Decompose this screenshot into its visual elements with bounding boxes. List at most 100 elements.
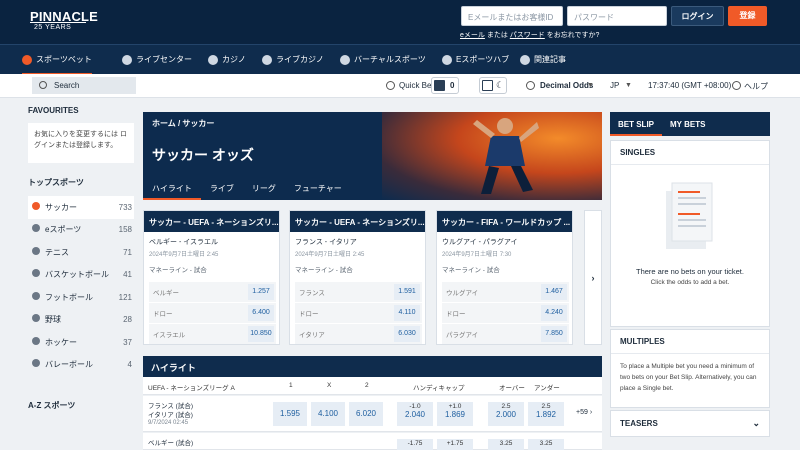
odds-button[interactable]: 1.595 <box>273 402 307 426</box>
under-button[interactable]: 2.5 1.892 <box>528 402 564 426</box>
forgot-email-link[interactable]: eメール <box>460 32 485 39</box>
card-market: マネーライン - 試合 <box>295 267 353 274</box>
roulette-icon <box>262 55 272 65</box>
handicap-away-button[interactable]: +1.75 <box>437 439 473 450</box>
sidebar-item-tennis[interactable]: テニス 71 <box>28 241 134 264</box>
highlights-title: ハイライト <box>143 356 602 377</box>
odds-row[interactable]: ドロー 4.110 <box>295 303 422 323</box>
password-field[interactable]: パスワード <box>567 6 667 26</box>
odds-button[interactable]: 6.030 <box>394 326 420 342</box>
forgot-password-link[interactable]: パスワード <box>510 32 545 39</box>
top-sports-title: トップスポーツ <box>28 178 84 187</box>
odds-button[interactable]: 6.400 <box>248 305 274 321</box>
sidebar-item-esports[interactable]: eスポーツ 158 <box>28 219 134 242</box>
league-name[interactable]: UEFA - ネーションズリーグ A <box>148 382 235 392</box>
forgot-mid: または <box>484 32 510 39</box>
odds-button[interactable]: 4.240 <box>541 305 567 321</box>
odds-button[interactable]: 7.850 <box>541 326 567 342</box>
odds-button[interactable]: 4.110 <box>394 305 420 321</box>
sidebar-item-hockey[interactable]: ホッケー 37 <box>28 331 134 354</box>
odds-button[interactable]: 4.100 <box>311 402 345 426</box>
match-card[interactable]: サッカー - FIFA - ワールドカップ ... ウルグアイ - パラグアイ … <box>436 210 573 345</box>
odds-button[interactable]: 1.257 <box>248 284 274 300</box>
match-card[interactable]: サッカー - UEFA - ネーションズリ... ベルギー - イスラエル 20… <box>143 210 280 345</box>
sidebar-item-volleyball[interactable]: バレーボール 4 <box>28 354 134 377</box>
breadcrumb[interactable]: ホーム / サッカー <box>152 118 214 129</box>
nav-label: 関連記事 <box>534 55 566 64</box>
quickbet-value: 0 <box>450 81 455 90</box>
empty-title: There are no bets on your ticket. <box>636 267 744 276</box>
nav-live-centre[interactable]: ライブセンター <box>122 45 192 75</box>
under-button[interactable]: 3.25 <box>528 439 564 450</box>
register-button[interactable]: 登録 <box>728 6 767 26</box>
odds-row[interactable]: パラグアイ 7.850 <box>442 324 569 344</box>
sport-count: 4 <box>127 360 132 370</box>
card-league: サッカー - UEFA - ネーションズリ... <box>290 211 425 232</box>
odds-row[interactable]: フランス 1.591 <box>295 282 422 302</box>
sport-label: サッカー <box>45 202 77 212</box>
odds-label: イスラエル <box>153 332 186 339</box>
soccer-ball-icon <box>22 55 32 65</box>
odds-button[interactable]: 1.591 <box>394 284 420 300</box>
over-button[interactable]: 3.25 <box>488 439 524 450</box>
sport-label: フットボール <box>45 292 93 302</box>
odds-button[interactable]: 10.850 <box>248 326 274 342</box>
sport-count: 41 <box>123 270 132 280</box>
email-field[interactable]: Eメールまたはお客様ID <box>461 6 563 26</box>
theme-toggle[interactable]: ☾ <box>479 77 507 94</box>
sidebar-item-football[interactable]: フットボール 121 <box>28 286 134 309</box>
sidebar-item-soccer[interactable]: サッカー 733 <box>28 196 134 219</box>
nav-label: カジノ <box>222 55 246 64</box>
teasers-panel[interactable]: TEASERS ⌄ <box>610 410 770 437</box>
tab-highlights[interactable]: ハイライト <box>143 178 201 200</box>
quickbet-toggle[interactable]: 0 <box>431 77 459 94</box>
nav-live-casino[interactable]: ライブカジノ <box>262 45 324 75</box>
sidebar-item-baseball[interactable]: 野球 28 <box>28 309 134 332</box>
odds-row[interactable]: イスラエル 10.850 <box>149 324 276 344</box>
az-sports-title[interactable]: A-Z スポーツ <box>28 400 134 411</box>
over-button[interactable]: 2.5 2.000 <box>488 402 524 426</box>
chevron-down-icon[interactable]: ⌄ <box>752 418 760 429</box>
odds-button[interactable]: 1.467 <box>541 284 567 300</box>
more-markets-link[interactable]: +59 › <box>576 409 592 416</box>
login-button[interactable]: ログイン <box>671 6 724 26</box>
tab-live[interactable]: ライブ <box>201 178 243 200</box>
odds-format-select[interactable]: Decimal Odds <box>540 81 593 90</box>
odds-row[interactable]: ベルギー 1.257 <box>149 282 276 302</box>
card-market: マネーライン - 試合 <box>442 267 500 274</box>
search-icon <box>39 81 47 89</box>
nav-articles[interactable]: 関連記事 <box>520 45 566 75</box>
card-teams: ベルギー - イスラエル <box>149 239 219 246</box>
tab-bet-slip[interactable]: BET SLIP <box>610 112 663 136</box>
handicap-home-button[interactable]: -1.0 2.040 <box>397 402 433 426</box>
chevron-right-icon[interactable]: › <box>584 210 602 345</box>
odds-button[interactable]: 6.020 <box>349 402 383 426</box>
language-select[interactable]: JP <box>610 81 619 90</box>
card-teams: フランス - イタリア <box>295 239 357 246</box>
odds-row[interactable]: ドロー 4.240 <box>442 303 569 323</box>
tab-leagues[interactable]: リーグ <box>243 178 285 200</box>
odds-row[interactable]: ドロー 6.400 <box>149 303 276 323</box>
table-row[interactable]: フランス (試合) イタリア (試合) 9/7/2024 02:45 1.595… <box>143 396 602 432</box>
hero-tabs: ハイライト ライブ リーグ フューチャー <box>143 178 351 200</box>
table-row[interactable]: ベルギー (試合) -1.75 +1.75 3.25 3.25 <box>143 433 602 450</box>
nav-virtual-sports[interactable]: バーチャルスポーツ <box>340 45 426 75</box>
nav-casino[interactable]: カジノ <box>208 45 246 75</box>
toggle-knob <box>434 80 445 91</box>
match-card[interactable]: サッカー - UEFA - ネーションズリ... フランス - イタリア 202… <box>289 210 426 345</box>
nav-sportsbook[interactable]: スポーツベット <box>22 45 92 75</box>
article-icon <box>520 55 530 65</box>
handicap-away-button[interactable]: +1.0 1.869 <box>437 402 473 426</box>
card-date: 2024年9月7日土曜日 2:45 <box>295 252 365 258</box>
col-under: アンダー <box>534 385 560 392</box>
odds-row[interactable]: イタリア 6.030 <box>295 324 422 344</box>
odds-row[interactable]: ウルグアイ 1.467 <box>442 282 569 302</box>
col-over: オーバー <box>499 385 525 392</box>
tab-my-bets[interactable]: MY BETS <box>662 112 713 136</box>
search-input[interactable]: Search <box>32 77 136 94</box>
handicap-home-button[interactable]: -1.75 <box>397 439 433 450</box>
nav-esports-hub[interactable]: Eスポーツハブ <box>442 45 509 75</box>
help-link[interactable]: ヘルプ <box>744 81 768 92</box>
sidebar-item-basketball[interactable]: バスケットボール 41 <box>28 264 134 287</box>
tab-futures[interactable]: フューチャー <box>285 178 351 200</box>
